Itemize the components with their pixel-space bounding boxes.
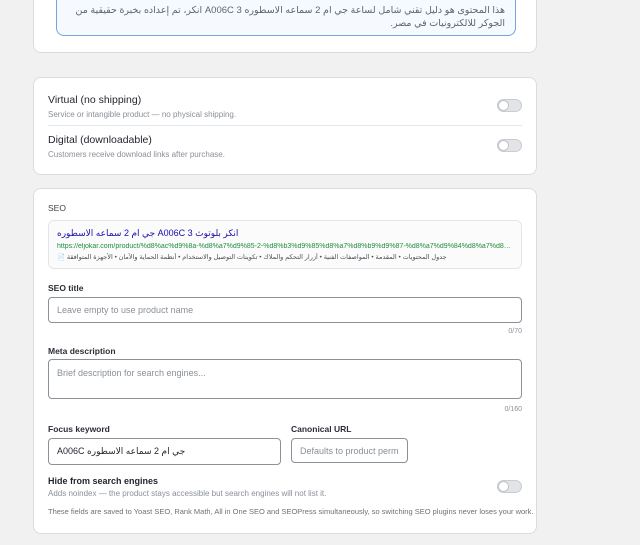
seo-card: SEO انكر بلوتوث 3 A006C جي ام 2 سماعه ال…: [33, 188, 537, 534]
digital-label: Digital (downloadable): [48, 134, 152, 146]
seo-title-label: SEO title: [48, 283, 84, 293]
virtual-help-text: Service or intangible product — no physi…: [48, 110, 237, 119]
hide-from-search-toggle[interactable]: [497, 480, 522, 493]
seo-footnote: These fields are saved to Yoast SEO, Ran…: [48, 507, 534, 516]
canonical-url-label: Canonical URL: [291, 424, 352, 434]
meta-description-counter: 0/160: [504, 406, 522, 413]
hide-from-search-label: Hide from search engines: [48, 476, 159, 486]
seo-title-counter: 0/70: [508, 328, 522, 335]
meta-description-label: Meta description: [48, 346, 116, 356]
preview-title: انكر بلوتوث 3 A006C جي ام 2 سماعه الاسطو…: [57, 228, 239, 238]
seo-section-label: SEO: [48, 203, 66, 213]
preview-url: https://eljokar.com/product/%d8%ac%d9%8a…: [57, 243, 513, 250]
digital-toggle[interactable]: [497, 139, 522, 152]
divider: [48, 125, 522, 126]
focus-keyword-label: Focus keyword: [48, 424, 110, 434]
focus-keyword-input[interactable]: [48, 438, 281, 465]
digital-help-text: Customers receive download links after p…: [48, 150, 225, 159]
description-preview-box[interactable]: هذا المحتوى هو دليل تقني شامل لساعة جي ا…: [56, 0, 516, 36]
virtual-row: Virtual (no shipping) Service or intangi…: [48, 94, 522, 134]
seo-title-input[interactable]: [48, 297, 522, 323]
search-result-preview: انكر بلوتوث 3 A006C جي ام 2 سماعه الاسطو…: [48, 220, 522, 269]
product-type-card: Virtual (no shipping) Service or intangi…: [33, 77, 537, 175]
virtual-label: Virtual (no shipping): [48, 94, 142, 106]
meta-description-input[interactable]: [48, 359, 522, 399]
digital-row: Digital (downloadable) Customers receive…: [48, 134, 522, 174]
canonical-url-input[interactable]: [291, 438, 408, 463]
description-card: هذا المحتوى هو دليل تقني شامل لساعة جي ا…: [33, 0, 537, 53]
description-preview-text: هذا المحتوى هو دليل تقني شامل لساعة جي ا…: [75, 5, 505, 29]
preview-snippet: جدول المحتويات • المقدمة • المواصفات الف…: [57, 254, 447, 261]
virtual-toggle[interactable]: [497, 99, 522, 112]
hide-from-search-help: Adds noindex — the product stays accessi…: [48, 489, 327, 498]
